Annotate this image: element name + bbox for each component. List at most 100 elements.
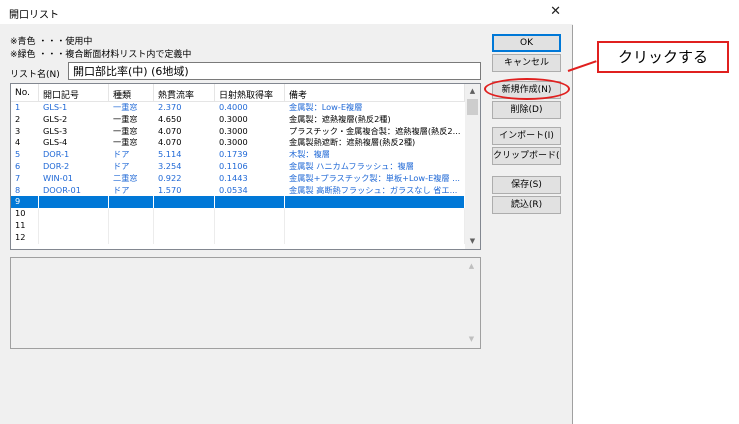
cell-solar-gain (215, 208, 285, 220)
legend-blue: ※青色 ・・・使用中 (10, 37, 93, 47)
cell-solar-gain (215, 196, 285, 209)
cell-type (109, 208, 154, 220)
list-name-label: リスト名(N) (10, 70, 60, 80)
table-row[interactable]: 12 (11, 231, 465, 244)
table-row[interactable]: 7 WIN-01 二重窓 0.922 0.1443 金属製+プラスチック製：単板+Low-… (11, 173, 465, 185)
cell-type: 一重窓 (113, 125, 138, 136)
cell-note: 金属製：Low-E複層 (289, 102, 363, 112)
cell-no: 12 (11, 231, 39, 244)
cell-type: 一重窓 (113, 137, 138, 148)
cell-no: 2 (15, 113, 21, 124)
cell-type: 二重窓 (113, 172, 138, 183)
scrollbar-thumb[interactable] (467, 99, 478, 115)
delete-button[interactable]: 削除(D) (492, 101, 561, 119)
cell-type: 一重窓 (113, 102, 138, 112)
cell-code (39, 231, 109, 244)
clipboard-button[interactable]: クリップボード(C) (492, 147, 561, 165)
table-row[interactable]: 8 DOOR-01 ドア 1.570 0.0534 金属製 高断熱フラッシュ：ガラスなし … (11, 185, 465, 197)
cell-solar-gain: 0.0534 (219, 184, 248, 195)
cell-no: 7 (15, 172, 21, 183)
cell-note (285, 208, 465, 220)
table-body: 1 GLS-1 一重窓 2.370 0.4000 金属製：Low-E複層 2 GLS-2 一重窓… (11, 102, 465, 244)
cell-type (109, 231, 154, 244)
chevron-down-icon[interactable]: ▼ (464, 332, 479, 347)
column-header-solar-gain[interactable]: 日射熱取得率 (215, 84, 285, 101)
cell-note: 金属製熱遮断：遮熱複層(熱反2種) (289, 137, 416, 148)
cell-u-value (154, 219, 215, 232)
cell-solar-gain: 0.3000 (219, 137, 248, 148)
chevron-down-icon[interactable]: ▼ (465, 234, 480, 249)
cell-note (285, 196, 465, 209)
column-header-type[interactable]: 種類 (109, 84, 154, 101)
cell-code: DOR-2 (43, 160, 70, 171)
list-name-input[interactable] (68, 62, 481, 80)
cell-solar-gain: 0.1739 (219, 149, 248, 160)
cancel-button[interactable]: キャンセル (492, 54, 561, 72)
load-button[interactable]: 読込(R) (492, 196, 561, 214)
table-header: No. 開口記号 種類 熱貫流率 日射熱取得率 備考 (11, 84, 465, 102)
cell-code: GLS-2 (43, 113, 68, 124)
cell-type: 一重窓 (113, 113, 138, 124)
window-title: 開口リスト (9, 10, 59, 21)
cell-code: GLS-3 (43, 125, 68, 136)
cell-solar-gain: 0.1106 (219, 160, 248, 171)
cell-no: 8 (15, 184, 21, 195)
legend-green: ※緑色 ・・・複合断面材料リスト内で定義中 (10, 50, 192, 60)
cell-u-value: 2.370 (158, 102, 182, 112)
import-button[interactable]: インポート(I) (492, 127, 561, 145)
cell-u-value: 5.114 (158, 149, 182, 160)
cell-solar-gain: 0.3000 (219, 113, 248, 124)
table-row[interactable]: 9 (11, 196, 465, 209)
table-row[interactable]: 1 GLS-1 一重窓 2.370 0.4000 金属製：Low-E複層 (11, 102, 465, 114)
table-row[interactable]: 4 GLS-4 一重窓 4.070 0.3000 金属製熱遮断：遮熱複層(熱反2種) (11, 137, 465, 149)
cell-note: 金属製+プラスチック製：単板+Low-E複層 ... (289, 172, 461, 183)
cell-no: 6 (15, 160, 21, 171)
cell-note: プラスチック・金属複合製：遮熱複層(熱反2... (289, 125, 461, 136)
detail-textarea[interactable]: ▲ ▼ (10, 257, 481, 349)
column-header-note[interactable]: 備考 (285, 84, 465, 101)
detail-scrollbar[interactable]: ▲ ▼ (464, 259, 479, 347)
cell-code: WIN-01 (43, 172, 74, 183)
close-icon[interactable]: ✕ (550, 4, 561, 20)
cell-solar-gain: 0.1443 (219, 172, 248, 183)
table-row[interactable]: 11 (11, 219, 465, 232)
cell-u-value (154, 231, 215, 244)
table-row[interactable]: 3 GLS-3 一重窓 4.070 0.3000 プラスチック・金属複合製：遮熱複層(熱反… (11, 126, 465, 138)
cell-no: 9 (11, 196, 39, 209)
cell-code (39, 208, 109, 220)
table-row[interactable]: 2 GLS-2 一重窓 4.650 0.3000 金属製：遮熱複層(熱反2種) (11, 114, 465, 126)
table-scrollbar[interactable]: ▲ ▼ (465, 84, 480, 249)
table-row[interactable]: 6 DOR-2 ドア 3.254 0.1106 金属製 ハニカムフラッシュ：複層 (11, 161, 465, 173)
cell-type (109, 196, 154, 209)
chevron-up-icon[interactable]: ▲ (465, 84, 480, 99)
save-button[interactable]: 保存(S) (492, 176, 561, 194)
cell-note: 木製：複層 (289, 149, 330, 160)
cell-solar-gain: 0.3000 (219, 125, 248, 136)
cell-no: 1 (15, 102, 21, 112)
cell-note (285, 219, 465, 232)
cell-note (285, 231, 465, 244)
cell-no: 10 (11, 208, 39, 220)
column-header-code[interactable]: 開口記号 (39, 84, 109, 101)
cell-note: 金属製 高断熱フラッシュ：ガラスなし 省エ... (289, 184, 458, 195)
cell-u-value (154, 208, 215, 220)
cell-solar-gain: 0.4000 (219, 102, 248, 112)
cell-code (39, 196, 109, 209)
callout-box: クリックする (597, 41, 729, 73)
table-row[interactable]: 10 (11, 208, 465, 220)
opening-list-table[interactable]: No. 開口記号 種類 熱貫流率 日射熱取得率 備考 1 GLS-1 一重窓 2.37… (10, 83, 481, 250)
cell-solar-gain (215, 219, 285, 232)
cell-code: DOR-1 (43, 149, 70, 160)
cell-no: 11 (11, 219, 39, 232)
chevron-up-icon[interactable]: ▲ (464, 259, 479, 274)
cell-u-value: 3.254 (158, 160, 182, 171)
cell-type: ドア (113, 184, 130, 195)
ok-button[interactable]: OK (492, 34, 561, 52)
title-bar: 開口リスト ✕ (0, 0, 573, 25)
column-header-no[interactable]: No. (11, 84, 39, 101)
highlight-ellipse (484, 78, 570, 100)
table-row[interactable]: 5 DOR-1 ドア 5.114 0.1739 木製：複層 (11, 149, 465, 161)
cell-note: 金属製 ハニカムフラッシュ：複層 (289, 160, 414, 171)
column-header-u-value[interactable]: 熱貫流率 (154, 84, 215, 101)
cell-u-value: 4.070 (158, 137, 182, 148)
